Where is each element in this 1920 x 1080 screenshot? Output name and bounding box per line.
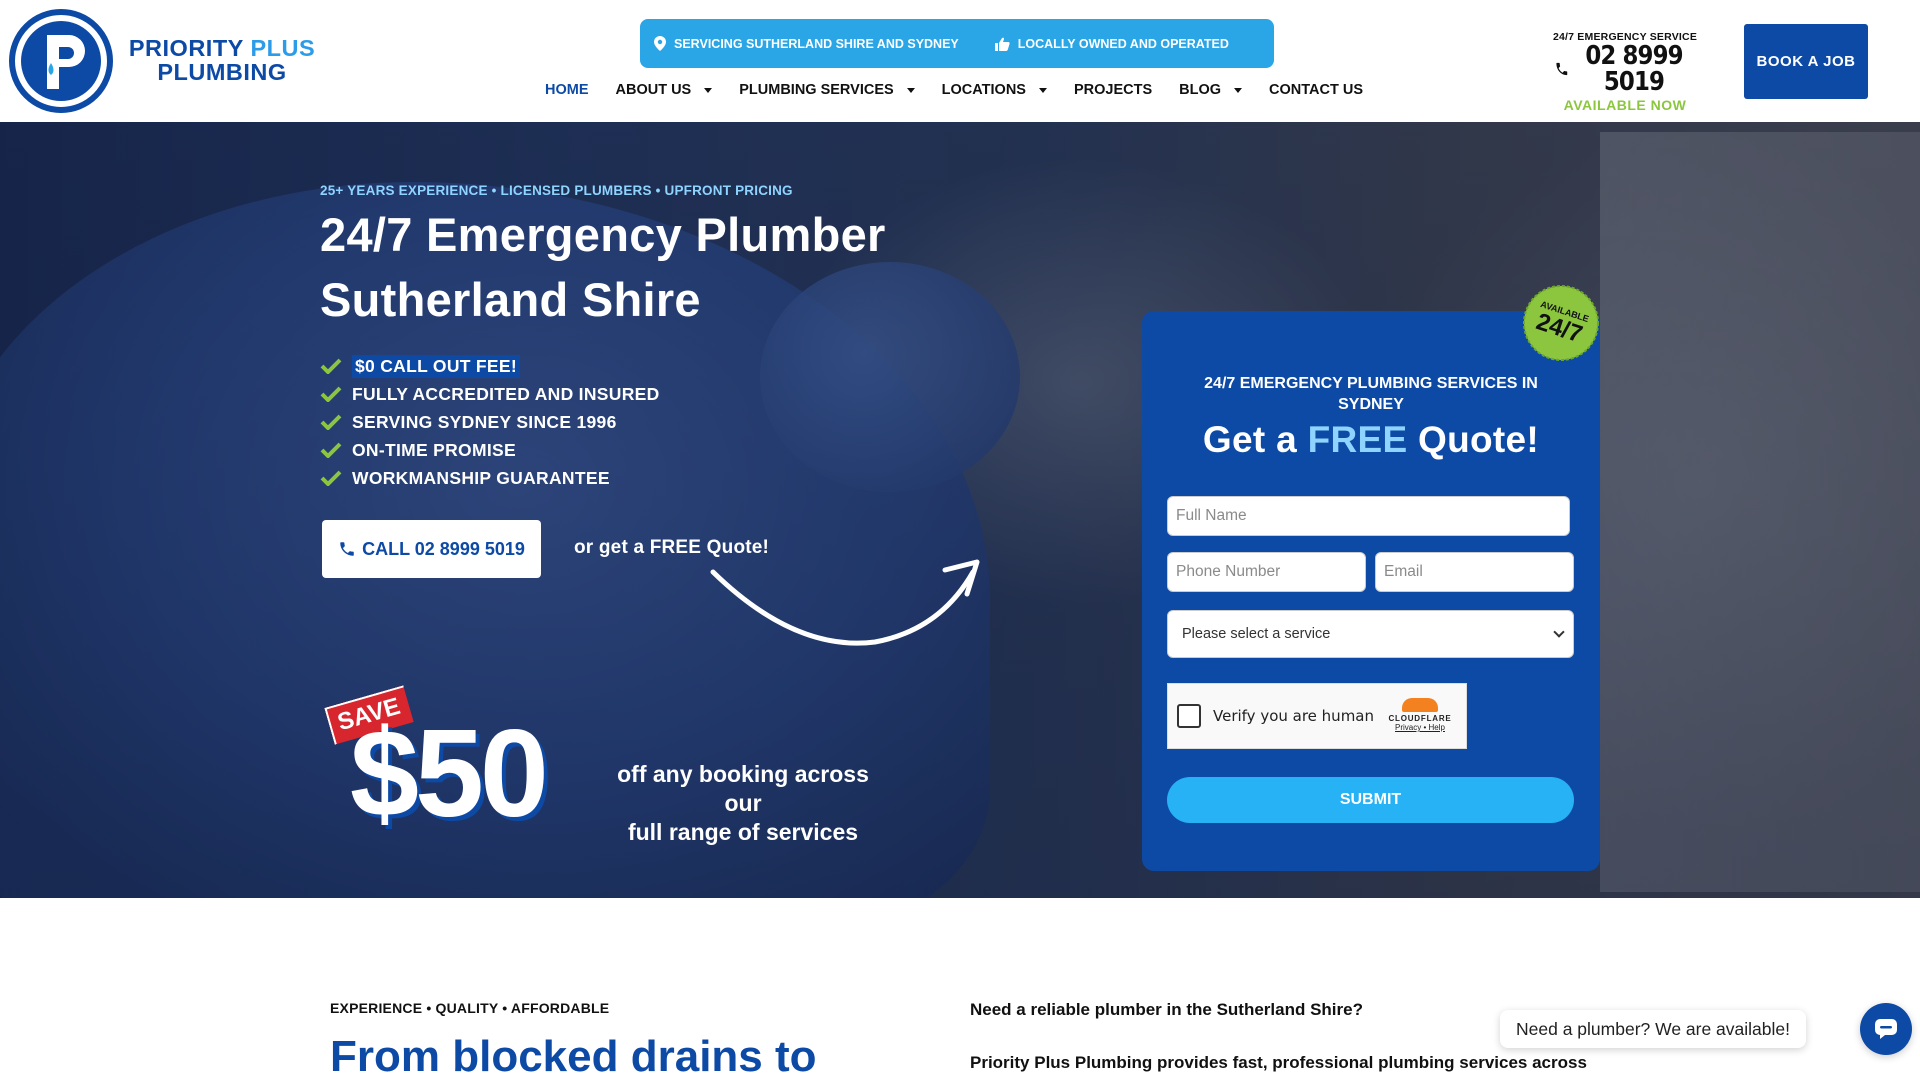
quote-form: 24/7 EMERGENCY PLUMBING SERVICES IN SYDN…	[1142, 311, 1600, 871]
thumbs-up-icon	[994, 37, 1010, 51]
emergency-phone-number: 02 8999 5019	[1585, 41, 1683, 97]
full-name-input[interactable]	[1167, 496, 1570, 536]
nav-item-about-us[interactable]: ABOUT US	[616, 82, 713, 98]
caret-down-icon	[704, 87, 713, 93]
section-question: Need a reliable plumber in the Sutherlan…	[970, 1000, 1363, 1019]
captcha-widget: Verify you are human CLOUDFLARE Privacy …	[1167, 683, 1467, 749]
site-header: PRIORITY PLUS PLUMBING SERVICING SUTHERL…	[0, 0, 1920, 122]
benefit-label: WORKMANSHIP GUARANTEE	[352, 467, 610, 488]
benefit-item: FULLY ACCREDITED AND INSURED	[320, 380, 660, 408]
nav-label-projects: PROJECTS	[1073, 82, 1153, 98]
benefit-label: SERVING SYDNEY SINCE 1996	[352, 411, 617, 432]
discount-text-line1: off any booking across our	[617, 761, 869, 816]
nav-item-contact-us[interactable]: CONTACT US	[1269, 82, 1363, 98]
phone-number-input[interactable]	[1167, 552, 1366, 592]
emergency-contact: 24/7 EMERGENCY SERVICE 02 8999 5019 AVAI…	[1545, 31, 1705, 113]
discount-amount: $50	[350, 705, 549, 843]
availability-status: AVAILABLE NOW	[1563, 97, 1687, 113]
captcha-privacy-help-links[interactable]: Privacy • Help	[1380, 723, 1460, 732]
caret-down-icon	[1038, 87, 1047, 93]
hero-kicker: 25+ YEARS EXPERIENCE • LICENSED PLUMBERS…	[320, 183, 793, 198]
chat-prompt-bubble[interactable]: Need a plumber? We are available!	[1500, 1010, 1807, 1048]
curved-arrow-icon	[710, 559, 980, 646]
pill-label-locally-owned: LOCALLY OWNED AND OPERATED	[1017, 36, 1229, 51]
main-nav: HOME ABOUT US PLUMBING SERVICES LOCATION…	[545, 82, 1390, 98]
discount-description: off any booking across our full range of…	[598, 760, 888, 847]
email-input[interactable]	[1375, 552, 1574, 592]
nav-label-home: HOME	[545, 82, 589, 98]
nav-label-blog: BLOG	[1179, 82, 1222, 98]
captcha-label: Verify you are human	[1213, 707, 1375, 725]
nav-label-locations: LOCATIONS	[941, 82, 1026, 98]
pill-item-locally-owned: LOCALLY OWNED AND OPERATED	[994, 36, 1229, 51]
nav-item-plumbing-services[interactable]: PLUMBING SERVICES	[739, 82, 915, 98]
benefit-item: WORKMANSHIP GUARANTEE	[320, 464, 660, 492]
nav-item-projects[interactable]: PROJECTS	[1074, 82, 1152, 98]
quote-title-free: FREE	[1307, 419, 1408, 460]
logo-word-plumbing: PLUMBING	[157, 59, 287, 85]
quote-form-subtitle: 24/7 EMERGENCY PLUMBING SERVICES IN SYDN…	[1204, 375, 1538, 413]
hero-section: 25+ YEARS EXPERIENCE • LICENSED PLUMBERS…	[0, 122, 1920, 898]
nav-label-plumbing-services: PLUMBING SERVICES	[739, 82, 894, 98]
discount-text-line2: full range of services	[627, 819, 859, 845]
checkmark-icon	[320, 358, 342, 374]
logo-icon[interactable]	[9, 9, 113, 113]
caret-down-icon	[906, 87, 915, 93]
service-select[interactable]: Please select a service	[1167, 610, 1574, 658]
section-kicker: EXPERIENCE • QUALITY • AFFORDABLE	[330, 1000, 610, 1016]
benefit-label: $0 CALL OUT FEE!	[352, 354, 520, 378]
page: PRIORITY PLUS PLUMBING SERVICING SUTHERL…	[0, 0, 1920, 1080]
nav-item-blog[interactable]: BLOG	[1179, 82, 1243, 98]
cloudflare-brand: CLOUDFLARE	[1388, 714, 1452, 723]
book-a-job-button[interactable]: BOOK A JOB	[1744, 24, 1868, 99]
logo-word-plus: PLUS	[250, 35, 316, 61]
benefit-label: ON-TIME PROMISE	[352, 439, 516, 460]
checkmark-icon	[320, 442, 342, 458]
pill-label-service-area: SERVICING SUTHERLAND SHIRE AND SYDNEY	[674, 36, 959, 51]
section-paragraph: Priority Plus Plumbing provides fast, pr…	[970, 1053, 1587, 1072]
logo-wordmark[interactable]: PRIORITY PLUS PLUMBING	[122, 36, 322, 84]
quote-form-title: Get a FREE Quote!	[1142, 419, 1600, 461]
hero-title-line1: 24/7 Emergency Plumber	[320, 208, 886, 261]
pill-item-service-area: SERVICING SUTHERLAND SHIRE AND SYDNEY	[654, 36, 959, 51]
submit-button[interactable]: SUBMIT	[1167, 777, 1574, 823]
section-title: From blocked drains to	[330, 1032, 817, 1080]
benefit-item: ON-TIME PROMISE	[320, 436, 660, 464]
checkmark-icon	[320, 386, 342, 402]
available-24-7-badge: AVAILABLE 24/7	[1523, 285, 1599, 361]
caret-down-icon	[1234, 87, 1243, 93]
nav-label-contact-us: CONTACT US	[1269, 82, 1364, 98]
quote-title-get-a: Get a	[1202, 419, 1297, 460]
service-select-value: Please select a service	[1182, 626, 1331, 642]
nav-item-home[interactable]: HOME	[545, 82, 589, 98]
hero-title: 24/7 Emergency Plumber Sutherland Shire	[320, 202, 1040, 332]
nav-label-about-us: ABOUT US	[615, 82, 692, 98]
emergency-phone-link[interactable]: 02 8999 5019	[1555, 43, 1696, 95]
phone-icon	[340, 542, 354, 556]
nav-item-locations[interactable]: LOCATIONS	[942, 82, 1047, 98]
logo-word-priority: PRIORITY	[128, 35, 244, 61]
quote-title-quote: Quote!	[1418, 419, 1540, 460]
cloudflare-cloud-icon	[1402, 698, 1438, 712]
phone-icon	[1556, 62, 1568, 76]
benefit-label: FULLY ACCREDITED AND INSURED	[352, 383, 660, 404]
chat-icon	[1875, 1019, 1897, 1039]
checkmark-icon	[320, 470, 342, 486]
checkmark-icon	[320, 414, 342, 430]
benefit-item: SERVING SYDNEY SINCE 1996	[320, 408, 660, 436]
chevron-down-icon	[1553, 626, 1565, 638]
hero-title-line2: Sutherland Shire	[320, 273, 701, 326]
info-pill: SERVICING SUTHERLAND SHIRE AND SYDNEY LO…	[640, 19, 1274, 68]
cloudflare-logo: CLOUDFLARE Privacy • Help	[1380, 698, 1460, 732]
captcha-checkbox[interactable]	[1177, 704, 1201, 728]
location-pin-icon	[654, 36, 666, 51]
hero-benefits-list: $0 CALL OUT FEE! FULLY ACCREDITED AND IN…	[320, 352, 660, 492]
call-now-label: CALL 02 8999 5019	[362, 538, 525, 559]
call-now-button[interactable]: CALL 02 8999 5019	[322, 520, 541, 578]
benefit-item: $0 CALL OUT FEE!	[320, 352, 660, 380]
chat-launcher-button[interactable]	[1860, 1003, 1912, 1055]
